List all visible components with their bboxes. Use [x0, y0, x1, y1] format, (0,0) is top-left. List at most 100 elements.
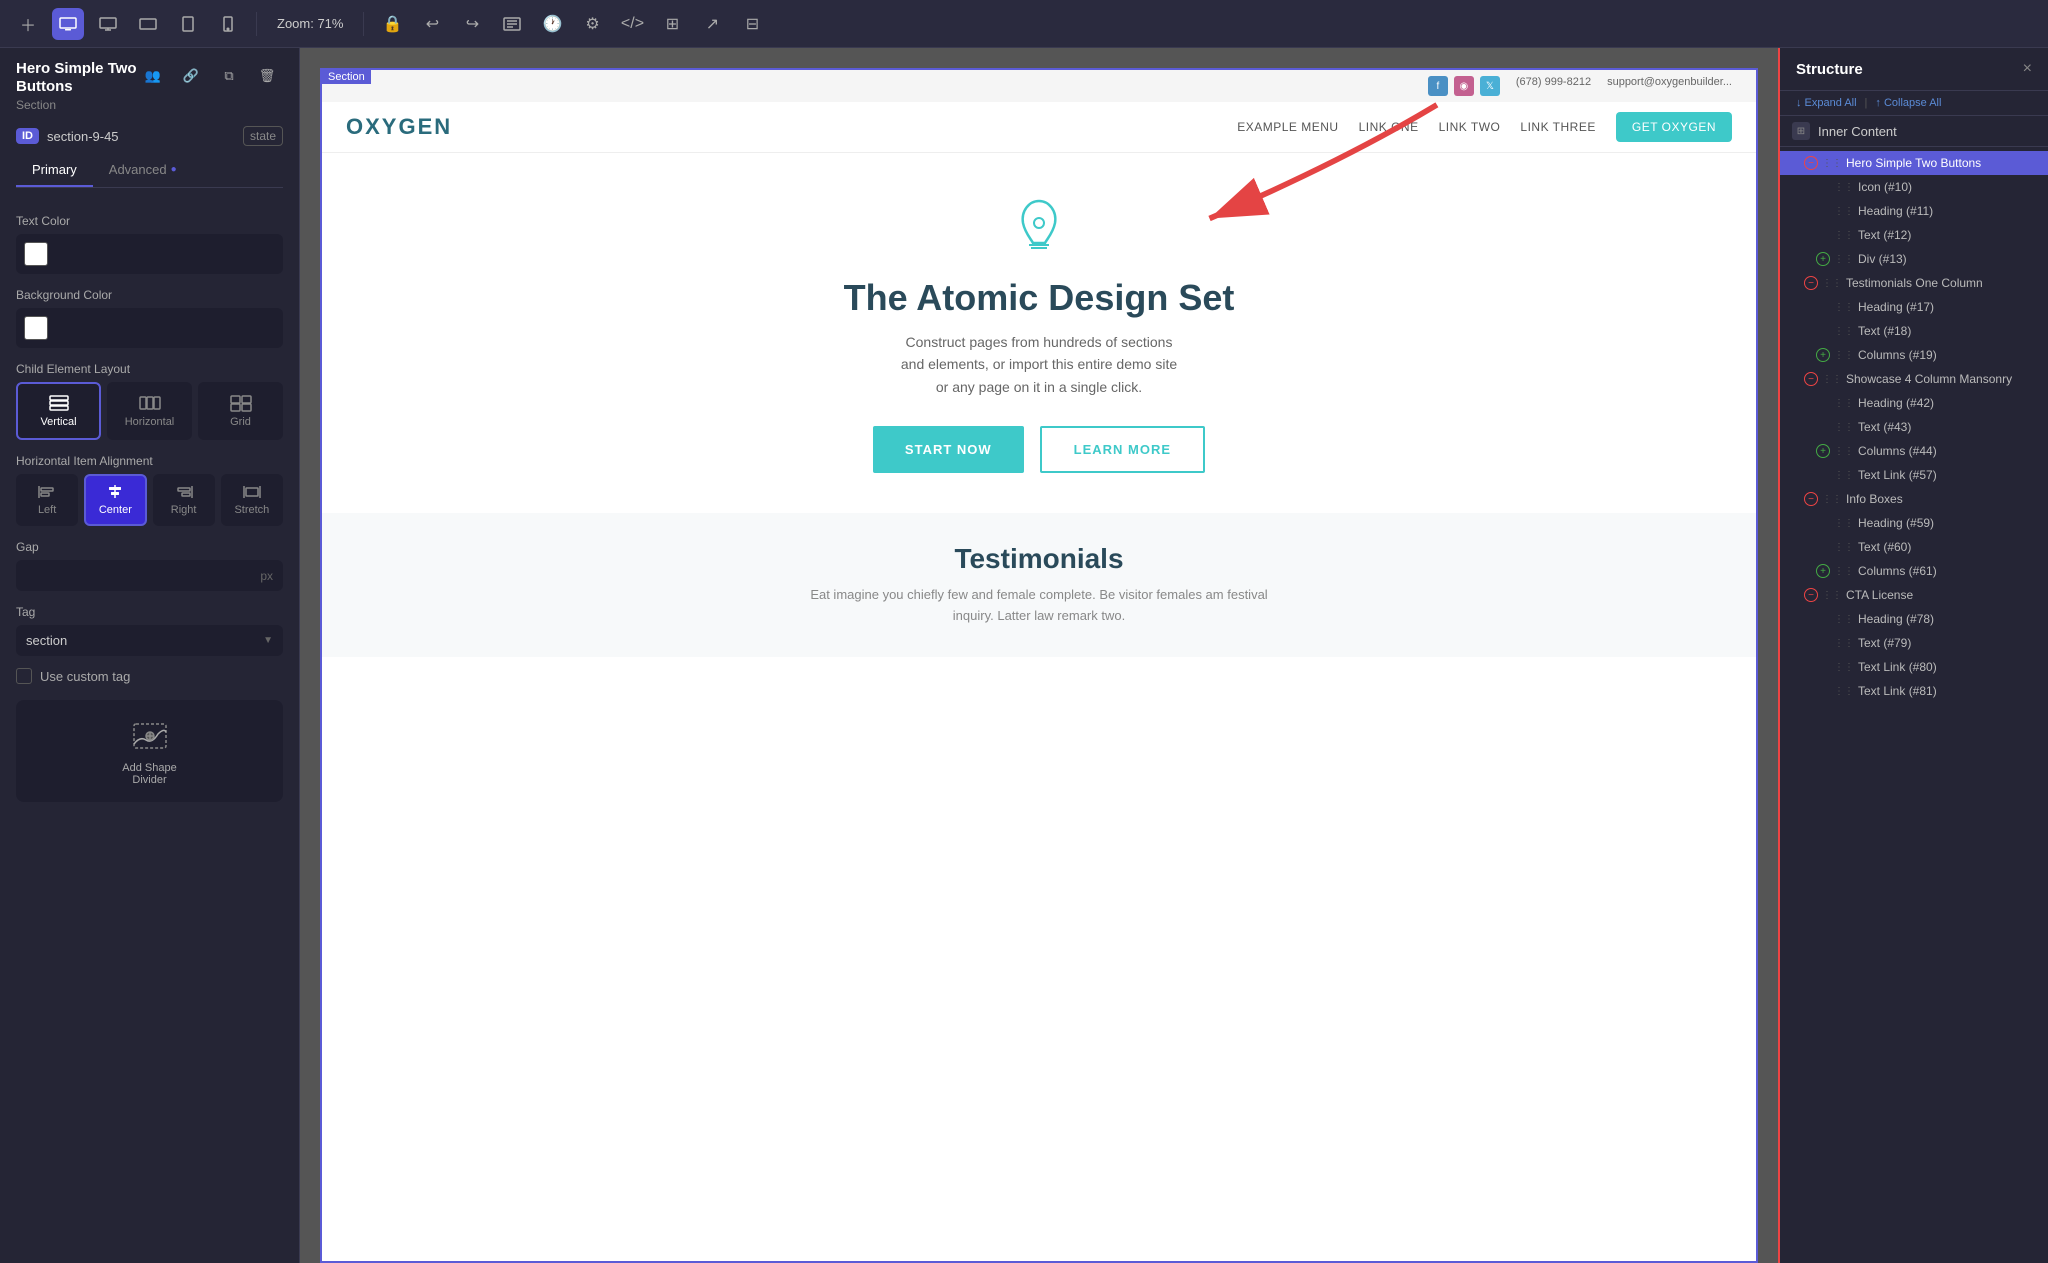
structure-toggle-icon[interactable] — [1816, 684, 1830, 698]
structure-item[interactable]: ⋮⋮Text Link (#57) — [1780, 463, 2048, 487]
redo-btn[interactable]: ↪ — [456, 8, 488, 40]
tag-select[interactable]: section ▼ — [16, 625, 283, 656]
structure-toggle-icon[interactable] — [1816, 468, 1830, 482]
state-badge[interactable]: state — [243, 126, 283, 146]
structure-item[interactable]: −⋮⋮Info Boxes — [1780, 487, 2048, 511]
export-btn[interactable]: ↗ — [696, 8, 728, 40]
nav-item-link3[interactable]: LINK THREE — [1520, 120, 1595, 134]
accessibility-btn[interactable]: 👥 — [137, 60, 169, 92]
drag-handle-icon[interactable]: ⋮⋮ — [1834, 470, 1854, 481]
structure-toggle-icon[interactable] — [1816, 396, 1830, 410]
structure-toggle-icon[interactable] — [1816, 204, 1830, 218]
structure-toggle-icon[interactable] — [1816, 420, 1830, 434]
structure-toggle-icon[interactable]: − — [1804, 372, 1818, 386]
layout-vertical[interactable]: Vertical — [16, 382, 101, 440]
drag-handle-icon[interactable]: ⋮⋮ — [1834, 350, 1854, 361]
drag-handle-icon[interactable]: ⋮⋮ — [1834, 638, 1854, 649]
structure-item[interactable]: +⋮⋮Columns (#44) — [1780, 439, 2048, 463]
expand-all-link[interactable]: ↓ Expand All — [1796, 97, 1857, 109]
drag-handle-icon[interactable]: ⋮⋮ — [1834, 566, 1854, 577]
drag-handle-icon[interactable]: ⋮⋮ — [1834, 662, 1854, 673]
bg-color-swatch-row[interactable] — [16, 308, 283, 348]
code-btn[interactable]: </> — [616, 8, 648, 40]
structure-item[interactable]: ⋮⋮Icon (#10) — [1780, 175, 2048, 199]
structure-item[interactable]: ⋮⋮Text (#12) — [1780, 223, 2048, 247]
align-left[interactable]: Left — [16, 474, 78, 526]
text-color-swatch-row[interactable] — [16, 234, 283, 274]
drag-handle-icon[interactable]: ⋮⋮ — [1834, 182, 1854, 193]
tablet-portrait-btn[interactable] — [172, 8, 204, 40]
structure-item[interactable]: +⋮⋮Columns (#61) — [1780, 559, 2048, 583]
drag-handle-icon[interactable]: ⋮⋮ — [1834, 206, 1854, 217]
drag-handle-icon[interactable]: ⋮⋮ — [1822, 494, 1842, 505]
structure-item[interactable]: ⋮⋮Heading (#17) — [1780, 295, 2048, 319]
structure-item[interactable]: +⋮⋮Div (#13) — [1780, 247, 2048, 271]
right-panel-close-btn[interactable]: × — [2023, 60, 2032, 78]
drag-handle-icon[interactable]: ⋮⋮ — [1822, 590, 1842, 601]
structure-toggle-icon[interactable]: − — [1804, 276, 1818, 290]
structure-item[interactable]: ⋮⋮Heading (#78) — [1780, 607, 2048, 631]
nav-cta-btn[interactable]: GET OXYGEN — [1616, 112, 1732, 142]
structure-toggle-icon[interactable]: + — [1816, 444, 1830, 458]
undo-btn[interactable]: ↩ — [416, 8, 448, 40]
link-btn[interactable]: 🔗 — [175, 60, 207, 92]
nav-item-example[interactable]: EXAMPLE MENU — [1237, 120, 1338, 134]
structure-item[interactable]: ⋮⋮Text Link (#81) — [1780, 679, 2048, 703]
drag-handle-icon[interactable]: ⋮⋮ — [1834, 686, 1854, 697]
lock-btn[interactable]: 🔒 — [376, 8, 408, 40]
structure-toggle-icon[interactable] — [1816, 324, 1830, 338]
tab-primary[interactable]: Primary — [16, 154, 93, 187]
structure-item[interactable]: ⋮⋮Text Link (#80) — [1780, 655, 2048, 679]
align-right[interactable]: Right — [153, 474, 215, 526]
monitor-view-btn[interactable] — [92, 8, 124, 40]
structure-item[interactable]: ⋮⋮Heading (#11) — [1780, 199, 2048, 223]
structure-toggle-icon[interactable]: + — [1816, 252, 1830, 266]
structure-toggle-icon[interactable] — [1816, 516, 1830, 530]
structure-toggle-icon[interactable]: − — [1804, 156, 1818, 170]
structure-toggle-icon[interactable] — [1816, 660, 1830, 674]
structure-item[interactable]: ⋮⋮Text (#18) — [1780, 319, 2048, 343]
nav-item-link1[interactable]: LINK ONE — [1359, 120, 1419, 134]
structure-item[interactable]: −⋮⋮CTA License — [1780, 583, 2048, 607]
drag-handle-icon[interactable]: ⋮⋮ — [1834, 446, 1854, 457]
drag-handle-icon[interactable]: ⋮⋮ — [1822, 374, 1842, 385]
drag-handle-icon[interactable]: ⋮⋮ — [1834, 302, 1854, 313]
bg-color-swatch[interactable] — [24, 316, 48, 340]
text-color-swatch[interactable] — [24, 242, 48, 266]
desktop-view-btn[interactable] — [52, 8, 84, 40]
hero-btn-learn[interactable]: LEARN MORE — [1040, 426, 1205, 473]
drag-handle-icon[interactable]: ⋮⋮ — [1834, 254, 1854, 265]
drag-handle-icon[interactable]: ⋮⋮ — [1834, 398, 1854, 409]
drag-handle-icon[interactable]: ⋮⋮ — [1834, 422, 1854, 433]
history-btn[interactable]: 🕐 — [536, 8, 568, 40]
structure-item[interactable]: ⋮⋮Text (#43) — [1780, 415, 2048, 439]
align-stretch[interactable]: Stretch — [221, 474, 283, 526]
drag-handle-icon[interactable]: ⋮⋮ — [1834, 542, 1854, 553]
tablet-landscape-btn[interactable] — [132, 8, 164, 40]
structure-toggle-icon[interactable] — [1816, 180, 1830, 194]
structure-item[interactable]: −⋮⋮Testimonials One Column — [1780, 271, 2048, 295]
structure-item[interactable]: ⋮⋮Heading (#59) — [1780, 511, 2048, 535]
structure-item[interactable]: ⋮⋮Text (#60) — [1780, 535, 2048, 559]
delete-btn[interactable]: 🗑 — [251, 60, 283, 92]
structure-toggle-icon[interactable] — [1816, 636, 1830, 650]
structure-toggle-icon[interactable] — [1816, 300, 1830, 314]
structure-toggle-icon[interactable]: + — [1816, 348, 1830, 362]
drag-handle-icon[interactable]: ⋮⋮ — [1822, 158, 1842, 169]
align-center[interactable]: Center — [84, 474, 146, 526]
structure-toggle-icon[interactable] — [1816, 612, 1830, 626]
copy-btn[interactable]: ⧉ — [213, 60, 245, 92]
structure-item[interactable]: −⋮⋮Hero Simple Two Buttons — [1780, 151, 2048, 175]
layout-grid[interactable]: Grid — [198, 382, 283, 440]
drag-handle-icon[interactable]: ⋮⋮ — [1834, 614, 1854, 625]
collapse-all-link[interactable]: ↑ Collapse All — [1875, 97, 1941, 109]
structure-toggle-icon[interactable]: − — [1804, 588, 1818, 602]
structure-toggle-icon[interactable] — [1816, 540, 1830, 554]
custom-tag-checkbox[interactable] — [16, 668, 32, 684]
structure-toggle-icon[interactable] — [1816, 228, 1830, 242]
tab-advanced[interactable]: Advanced ● — [93, 154, 193, 187]
drag-handle-icon[interactable]: ⋮⋮ — [1834, 326, 1854, 337]
add-icon-btn[interactable]: ＋ — [12, 8, 44, 40]
structure-toggle-icon[interactable]: − — [1804, 492, 1818, 506]
nav-item-link2[interactable]: LINK TWO — [1439, 120, 1501, 134]
